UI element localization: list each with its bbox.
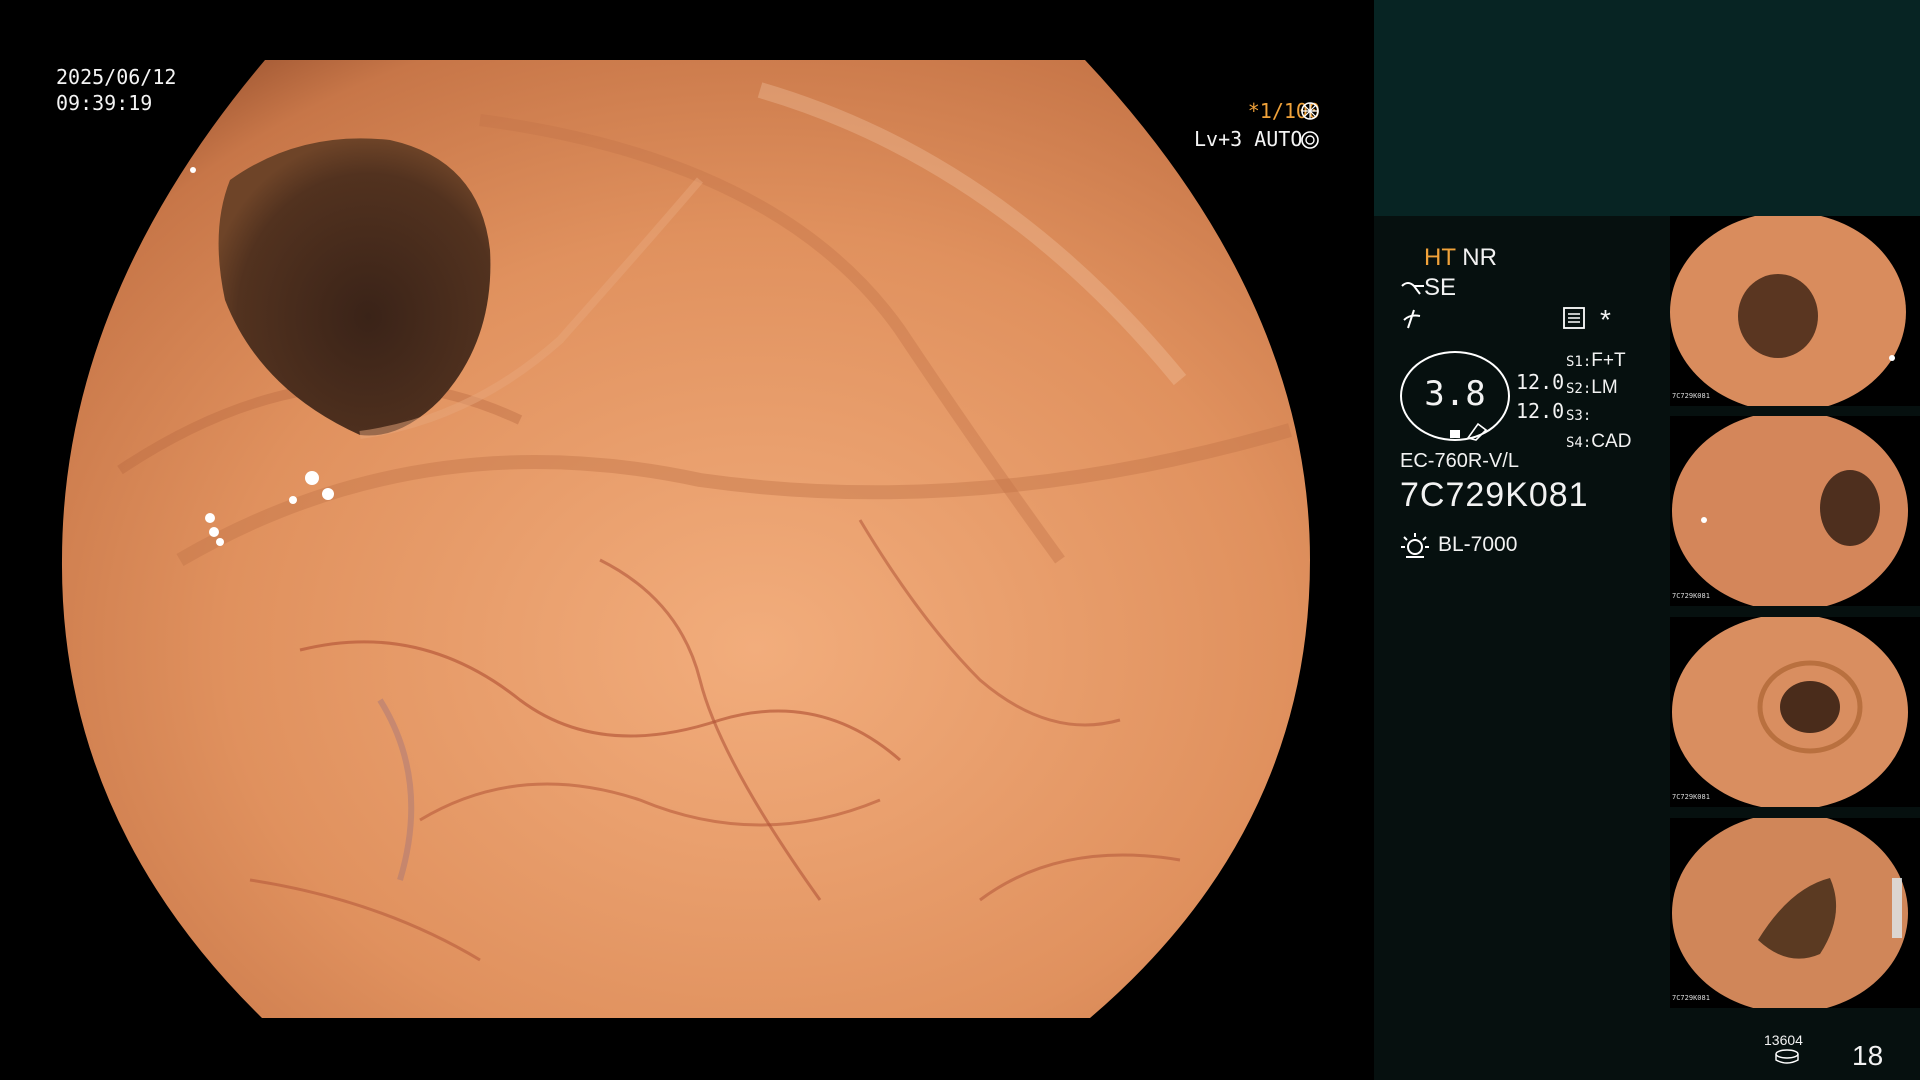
list-settings-icon: [1563, 307, 1585, 329]
image-count: 18: [1852, 1040, 1884, 1071]
asterisk-indicator: *: [1600, 304, 1611, 335]
value-top: 12.0: [1516, 370, 1565, 394]
value-bottom: 12.0: [1516, 399, 1565, 423]
exam-time: 09:39:19: [56, 91, 153, 115]
aperture-icon: [1301, 102, 1319, 120]
scope-tip-icon: [1401, 282, 1424, 295]
switch-list: S1:F+T S2:LM S3: S4:CAD: [1566, 348, 1631, 456]
light-source-icon: [1401, 533, 1429, 558]
panel-header-block: [1374, 0, 1920, 216]
endoscope-main-view: [0, 0, 1374, 1080]
thumbnail-label-1: 7C729K081: [1672, 392, 1710, 400]
storage-icon: [1775, 1049, 1799, 1064]
ht-label: HT: [1424, 244, 1456, 271]
storage-counter: 13604: [1764, 1032, 1803, 1048]
thumbnail-image-2: [1670, 416, 1920, 606]
switch-item-s2: S2:LM: [1566, 377, 1618, 398]
se-label: SE: [1424, 274, 1457, 301]
scope-model: EC-760R-V/L: [1400, 450, 1519, 472]
light-source-model: BL-7000: [1438, 533, 1518, 556]
enhancement-row: HT NR: [1424, 244, 1497, 272]
thumbnail-1[interactable]: 7C729K081: [1670, 216, 1920, 406]
gauge-value: 3.8: [1424, 374, 1486, 414]
switch-item-s3: S3:: [1566, 408, 1592, 424]
thumbnail-label-4: 7C729K081: [1672, 994, 1710, 1002]
thumbnail-3[interactable]: 7C729K081: [1670, 617, 1920, 807]
switch-item-s4: S4:CAD: [1566, 431, 1632, 452]
mode-value: AUTO: [1254, 127, 1303, 151]
exam-date: 2025/06/12: [56, 65, 177, 89]
thumbnail-image-1: [1670, 216, 1920, 406]
brightness-level: Lv+3 AUTO: [1194, 126, 1302, 152]
thumbnail-label-3: 7C729K081: [1672, 793, 1710, 801]
thumbnail-2[interactable]: 7C729K081: [1670, 416, 1920, 606]
colon-lumen-image: [61, 60, 1311, 1018]
nr-label: NR: [1462, 244, 1497, 271]
thumbnail-4[interactable]: 7C729K081: [1670, 818, 1920, 1008]
freeze-icon: [1403, 309, 1421, 329]
thumbnail-image-4: [1670, 818, 1920, 1008]
level-value: Lv+3: [1194, 127, 1243, 151]
thumbnail-image-3: [1670, 617, 1920, 807]
thumbnail-label-2: 7C729K081: [1672, 592, 1710, 600]
switch-item-s1: S1:F+T: [1566, 350, 1626, 371]
gauge-marker-icon: [1450, 422, 1488, 441]
iris-icon: [1301, 131, 1319, 149]
scope-serial: 7C729K081: [1400, 476, 1589, 514]
